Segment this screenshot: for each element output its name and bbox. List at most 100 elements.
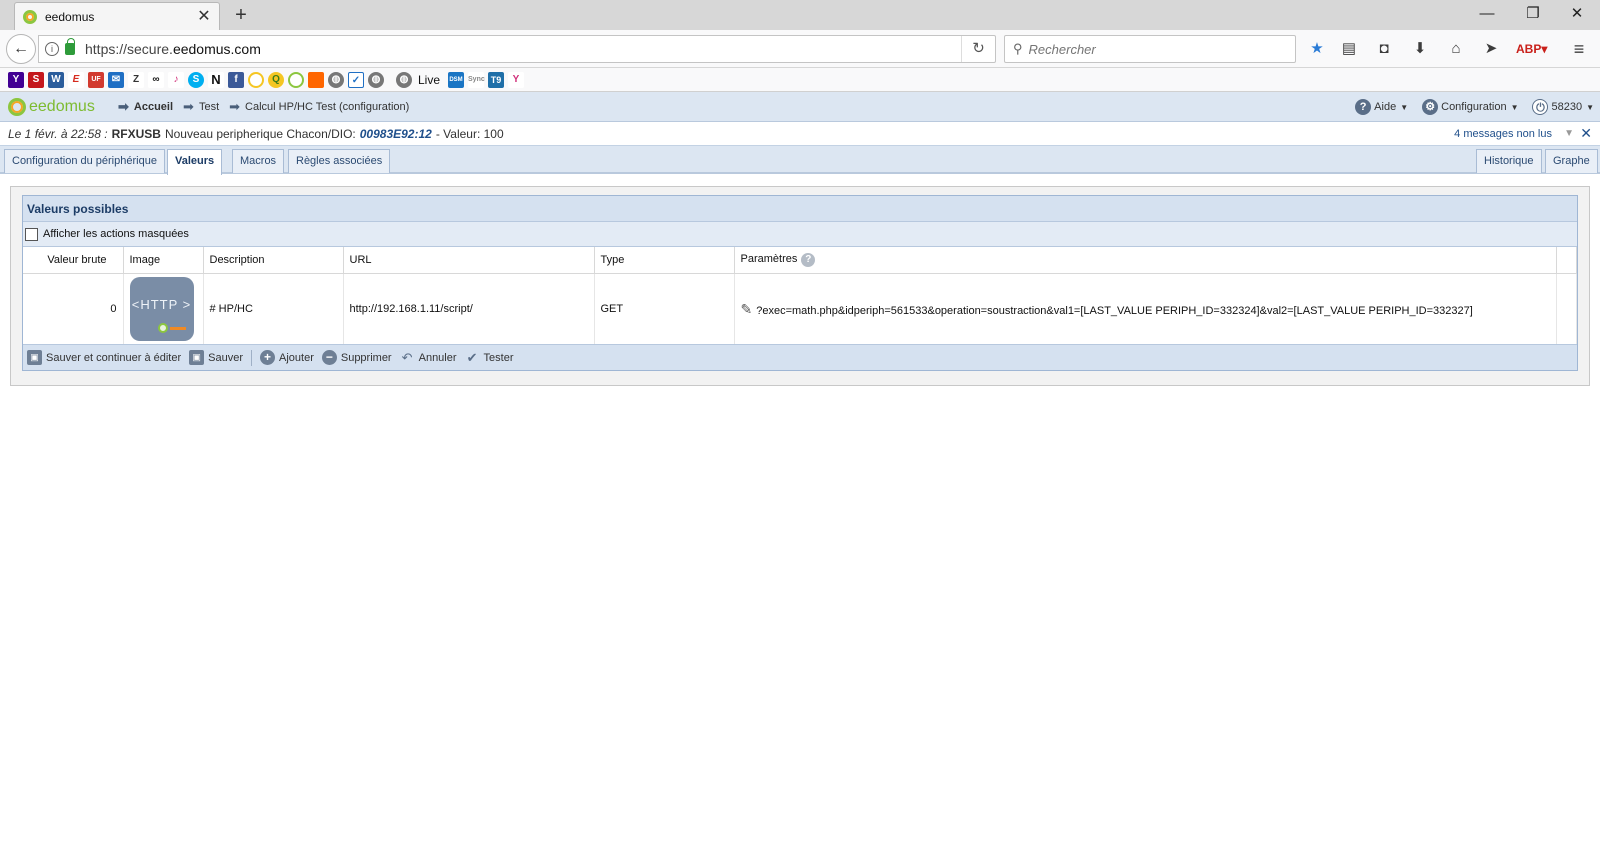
eedomus-bookmark-icon[interactable] [248,71,264,88]
web2-bookmark-icon[interactable]: ◍ [368,71,384,88]
type-cell[interactable]: GET [594,273,735,345]
restore-button[interactable]: ❐ [1510,0,1556,30]
ufc-bookmark-icon[interactable]: UF [88,71,104,88]
col-type[interactable]: Type [594,247,735,274]
col-image[interactable]: Image [123,247,204,274]
raw-value-cell[interactable]: 0 [23,273,124,345]
url-domain: eedomus.com [172,41,261,57]
http-image[interactable]: <HTTP > [129,277,194,342]
q-bookmark-icon[interactable]: Q [268,71,284,88]
eedomus-logo[interactable]: eedomus [8,97,118,116]
y-bookmark-icon[interactable]: Y [508,71,525,88]
delete-button[interactable]: − Supprimer [321,350,392,365]
close-window-button[interactable]: ✕ [1554,0,1600,30]
mail-bookmark-icon[interactable]: ✉ [108,71,124,88]
params-cell[interactable]: ✎ ?exec=math.php&idperiph=561533&operatio… [734,273,1557,345]
orange-bookmark-icon[interactable] [308,71,324,88]
image-cell[interactable]: <HTTP > [123,273,204,345]
browser-tab-title: eedomus [45,9,95,24]
browser-tab[interactable]: eedomus ✕ [14,2,220,30]
caret-down-icon: ▼ [1400,102,1409,112]
web-bookmark-icon[interactable]: ◍ [328,71,344,88]
toolbar-divider [251,349,252,366]
description-cell[interactable]: # HP/HC [203,273,344,345]
tripadvisor-bookmark-icon[interactable]: ∞ [148,71,164,88]
show-masked-checkbox[interactable] [25,227,38,241]
reader-list-icon[interactable]: ▤ [1338,38,1360,60]
tab-graphe[interactable]: Graphe [1545,149,1598,173]
lequipe-bookmark-icon[interactable]: E [68,71,84,88]
home-icon[interactable]: ⌂ [1445,38,1467,60]
extra-cell [1556,273,1577,345]
tab-valeurs[interactable]: Valeurs [167,149,223,175]
minimize-button[interactable]: — [1464,0,1510,30]
show-masked-row[interactable]: Afficher les actions masquées [23,222,1577,247]
col-description[interactable]: Description [203,247,344,274]
dsm-bookmark-icon[interactable]: DSM [448,71,465,88]
col-parametres[interactable]: Paramètres? [734,247,1557,274]
cancel-label: Annuler [418,351,457,364]
url-bar[interactable]: i https://secure.eedomus.com ↻ [38,35,996,63]
n-bookmark-icon[interactable]: N [208,71,224,88]
music-bookmark-icon[interactable]: ♪ [168,71,184,88]
show-masked-label[interactable]: Afficher les actions masquées [43,228,189,240]
lock-icon [65,38,75,55]
url-cell[interactable]: http://192.168.1.11/script/ [343,273,595,345]
menu-icon[interactable]: ≡ [1568,38,1590,60]
skype-bookmark-icon[interactable]: S [188,71,204,88]
breadcrumb-test[interactable]: ➡ Test [183,99,219,115]
yahoo-bookmark-icon[interactable]: Y [8,71,24,88]
account-menu[interactable]: ⏻ 58230 ▼ [1532,99,1594,115]
configuration-menu[interactable]: ⚙ Configuration ▼ [1422,99,1518,115]
help-menu[interactable]: ? Aide ▼ [1355,99,1408,115]
table-header-row: Valeur brute Image Description URL Type … [23,247,1577,274]
bookmark-star-icon[interactable]: ★ [1306,38,1328,60]
help-icon[interactable]: ? [801,252,816,267]
pencil-edit-icon[interactable]: ✎ [741,301,753,317]
save-button[interactable]: ▣ Sauver [189,350,243,365]
back-button[interactable]: ← [6,34,36,64]
unread-messages-link[interactable]: 4 messages non lus [1454,128,1552,140]
tab-macros[interactable]: Macros [232,149,285,173]
send-icon[interactable]: ➤ [1480,38,1502,60]
search-bar[interactable]: ⚲ [1004,35,1296,63]
search-input[interactable] [1028,41,1279,57]
dz-bookmark-icon[interactable]: Z [128,71,144,88]
add-button[interactable]: + Ajouter [260,350,314,365]
values-panel: Valeurs possibles Afficher les actions m… [10,186,1590,386]
adblock-icon[interactable]: ABP▾ [1516,38,1547,60]
pocket-icon[interactable]: ◘ [1373,38,1395,60]
notification-bar: Le 1 févr. à 22:58 : RFXUSB Nouveau peri… [0,122,1600,146]
arrow-right-icon: ➡ [183,98,194,114]
close-tab-icon[interactable]: ✕ [197,8,211,24]
col-url[interactable]: URL [343,247,595,274]
configuration-label: Configuration [1441,101,1507,113]
url-text[interactable]: https://secure.eedomus.com [85,41,961,57]
breadcrumb-home[interactable]: ➡ Accueil [118,99,173,115]
tab-historique[interactable]: Historique [1476,149,1542,173]
reload-icon[interactable]: ↻ [961,36,995,62]
breadcrumb-label: Calcul HP/HC Test (configuration) [245,100,410,113]
sync-bookmark-icon[interactable]: Sync [468,71,485,88]
save-continue-button[interactable]: ▣ Sauver et continuer à éditer [27,350,181,365]
info-icon[interactable]: i [45,42,59,56]
facebook-bookmark-icon[interactable]: f [228,71,244,88]
cancel-button[interactable]: ↶ Annuler [400,350,457,365]
eedomus2-bookmark-icon[interactable] [288,71,304,88]
close-icon[interactable]: ✕ [1580,125,1592,142]
chevron-down-icon[interactable]: ▼ [1564,128,1574,139]
test-button[interactable]: ✔ Tester [465,350,514,365]
t9-bookmark-icon[interactable]: T9 [488,71,505,88]
check-bookmark-icon[interactable]: ✓ [348,71,364,88]
tab-regles[interactable]: Règles associées [288,149,391,173]
live-bookmark-icon[interactable]: ◍ [396,71,412,88]
live-bookmark-label[interactable]: Live [418,73,440,87]
bank-bookmark-icon[interactable]: W [48,71,64,88]
table-row[interactable]: 0 <HTTP > # HP/HC http://192.168.1.11/sc… [23,273,1577,345]
sncf-bookmark-icon[interactable]: S [28,71,44,88]
tab-configuration[interactable]: Configuration du périphérique [4,149,165,173]
plus-icon: + [260,350,275,365]
download-icon[interactable]: ⬇ [1409,38,1431,60]
col-valeur-brute[interactable]: Valeur brute [23,247,124,274]
new-tab-button[interactable]: + [230,4,252,27]
